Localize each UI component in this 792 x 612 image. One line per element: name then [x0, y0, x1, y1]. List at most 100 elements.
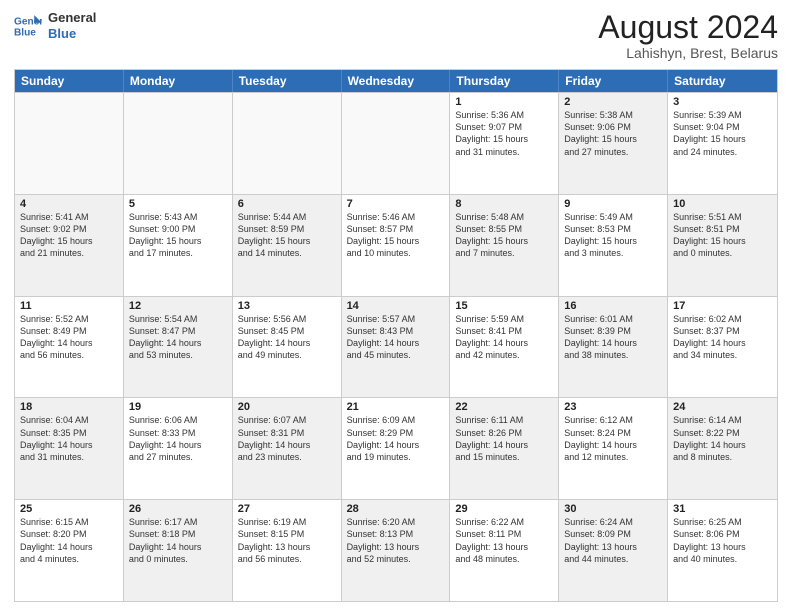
- cal-cell-2: 2Sunrise: 5:38 AMSunset: 9:06 PMDaylight…: [559, 93, 668, 194]
- day-number: 27: [238, 503, 336, 515]
- page: General Blue General Blue August 2024 La…: [0, 0, 792, 612]
- svg-text:Blue: Blue: [14, 27, 36, 38]
- cal-cell-empty-0-1: [124, 93, 233, 194]
- day-header-wednesday: Wednesday: [342, 70, 451, 92]
- day-number: 20: [238, 401, 336, 413]
- cell-details: Sunrise: 6:11 AMSunset: 8:26 PMDaylight:…: [455, 414, 553, 463]
- calendar-row-0: 1Sunrise: 5:36 AMSunset: 9:07 PMDaylight…: [15, 92, 777, 194]
- logo-text-line1: General: [48, 10, 96, 26]
- cell-details: Sunrise: 5:52 AMSunset: 8:49 PMDaylight:…: [20, 313, 118, 362]
- cell-details: Sunrise: 6:25 AMSunset: 8:06 PMDaylight:…: [673, 516, 772, 565]
- cal-cell-30: 30Sunrise: 6:24 AMSunset: 8:09 PMDayligh…: [559, 500, 668, 601]
- cal-cell-7: 7Sunrise: 5:46 AMSunset: 8:57 PMDaylight…: [342, 195, 451, 296]
- cell-details: Sunrise: 5:36 AMSunset: 9:07 PMDaylight:…: [455, 109, 553, 158]
- cell-details: Sunrise: 6:07 AMSunset: 8:31 PMDaylight:…: [238, 414, 336, 463]
- cell-details: Sunrise: 5:57 AMSunset: 8:43 PMDaylight:…: [347, 313, 445, 362]
- day-number: 31: [673, 503, 772, 515]
- calendar-row-4: 25Sunrise: 6:15 AMSunset: 8:20 PMDayligh…: [15, 499, 777, 601]
- cell-details: Sunrise: 5:56 AMSunset: 8:45 PMDaylight:…: [238, 313, 336, 362]
- cal-cell-23: 23Sunrise: 6:12 AMSunset: 8:24 PMDayligh…: [559, 398, 668, 499]
- day-number: 3: [673, 96, 772, 108]
- calendar-row-2: 11Sunrise: 5:52 AMSunset: 8:49 PMDayligh…: [15, 296, 777, 398]
- cell-details: Sunrise: 5:43 AMSunset: 9:00 PMDaylight:…: [129, 211, 227, 260]
- day-header-friday: Friday: [559, 70, 668, 92]
- day-number: 2: [564, 96, 662, 108]
- day-number: 1: [455, 96, 553, 108]
- cell-details: Sunrise: 6:14 AMSunset: 8:22 PMDaylight:…: [673, 414, 772, 463]
- cal-cell-3: 3Sunrise: 5:39 AMSunset: 9:04 PMDaylight…: [668, 93, 777, 194]
- day-number: 18: [20, 401, 118, 413]
- cal-cell-9: 9Sunrise: 5:49 AMSunset: 8:53 PMDaylight…: [559, 195, 668, 296]
- cal-cell-21: 21Sunrise: 6:09 AMSunset: 8:29 PMDayligh…: [342, 398, 451, 499]
- cell-details: Sunrise: 5:48 AMSunset: 8:55 PMDaylight:…: [455, 211, 553, 260]
- day-header-thursday: Thursday: [450, 70, 559, 92]
- cal-cell-8: 8Sunrise: 5:48 AMSunset: 8:55 PMDaylight…: [450, 195, 559, 296]
- day-number: 26: [129, 503, 227, 515]
- logo-icon: General Blue: [14, 12, 42, 40]
- cal-cell-empty-0-0: [15, 93, 124, 194]
- cell-details: Sunrise: 5:44 AMSunset: 8:59 PMDaylight:…: [238, 211, 336, 260]
- cal-cell-17: 17Sunrise: 6:02 AMSunset: 8:37 PMDayligh…: [668, 297, 777, 398]
- cal-cell-4: 4Sunrise: 5:41 AMSunset: 9:02 PMDaylight…: [15, 195, 124, 296]
- cal-cell-29: 29Sunrise: 6:22 AMSunset: 8:11 PMDayligh…: [450, 500, 559, 601]
- cell-details: Sunrise: 6:22 AMSunset: 8:11 PMDaylight:…: [455, 516, 553, 565]
- day-header-sunday: Sunday: [15, 70, 124, 92]
- cell-details: Sunrise: 6:24 AMSunset: 8:09 PMDaylight:…: [564, 516, 662, 565]
- logo: General Blue General Blue: [14, 10, 96, 41]
- cell-details: Sunrise: 6:17 AMSunset: 8:18 PMDaylight:…: [129, 516, 227, 565]
- cell-details: Sunrise: 5:49 AMSunset: 8:53 PMDaylight:…: [564, 211, 662, 260]
- logo-text-line2: Blue: [48, 26, 96, 42]
- day-number: 25: [20, 503, 118, 515]
- cal-cell-22: 22Sunrise: 6:11 AMSunset: 8:26 PMDayligh…: [450, 398, 559, 499]
- day-number: 19: [129, 401, 227, 413]
- cell-details: Sunrise: 5:46 AMSunset: 8:57 PMDaylight:…: [347, 211, 445, 260]
- cell-details: Sunrise: 6:02 AMSunset: 8:37 PMDaylight:…: [673, 313, 772, 362]
- day-number: 10: [673, 198, 772, 210]
- calendar-row-1: 4Sunrise: 5:41 AMSunset: 9:02 PMDaylight…: [15, 194, 777, 296]
- cal-cell-14: 14Sunrise: 5:57 AMSunset: 8:43 PMDayligh…: [342, 297, 451, 398]
- cal-cell-5: 5Sunrise: 5:43 AMSunset: 9:00 PMDaylight…: [124, 195, 233, 296]
- cal-cell-18: 18Sunrise: 6:04 AMSunset: 8:35 PMDayligh…: [15, 398, 124, 499]
- cell-details: Sunrise: 5:38 AMSunset: 9:06 PMDaylight:…: [564, 109, 662, 158]
- header: General Blue General Blue August 2024 La…: [14, 10, 778, 61]
- cell-details: Sunrise: 6:19 AMSunset: 8:15 PMDaylight:…: [238, 516, 336, 565]
- day-number: 30: [564, 503, 662, 515]
- day-number: 6: [238, 198, 336, 210]
- cell-details: Sunrise: 5:39 AMSunset: 9:04 PMDaylight:…: [673, 109, 772, 158]
- day-header-tuesday: Tuesday: [233, 70, 342, 92]
- cal-cell-15: 15Sunrise: 5:59 AMSunset: 8:41 PMDayligh…: [450, 297, 559, 398]
- cal-cell-10: 10Sunrise: 5:51 AMSunset: 8:51 PMDayligh…: [668, 195, 777, 296]
- cal-cell-31: 31Sunrise: 6:25 AMSunset: 8:06 PMDayligh…: [668, 500, 777, 601]
- cell-details: Sunrise: 5:41 AMSunset: 9:02 PMDaylight:…: [20, 211, 118, 260]
- day-number: 5: [129, 198, 227, 210]
- calendar-body: 1Sunrise: 5:36 AMSunset: 9:07 PMDaylight…: [15, 92, 777, 601]
- cell-details: Sunrise: 6:12 AMSunset: 8:24 PMDaylight:…: [564, 414, 662, 463]
- day-number: 7: [347, 198, 445, 210]
- page-title: August 2024: [598, 10, 778, 45]
- cell-details: Sunrise: 6:20 AMSunset: 8:13 PMDaylight:…: [347, 516, 445, 565]
- calendar: SundayMondayTuesdayWednesdayThursdayFrid…: [14, 69, 778, 602]
- cal-cell-empty-0-2: [233, 93, 342, 194]
- cal-cell-20: 20Sunrise: 6:07 AMSunset: 8:31 PMDayligh…: [233, 398, 342, 499]
- cell-details: Sunrise: 6:06 AMSunset: 8:33 PMDaylight:…: [129, 414, 227, 463]
- calendar-row-3: 18Sunrise: 6:04 AMSunset: 8:35 PMDayligh…: [15, 397, 777, 499]
- day-number: 4: [20, 198, 118, 210]
- cal-cell-6: 6Sunrise: 5:44 AMSunset: 8:59 PMDaylight…: [233, 195, 342, 296]
- day-number: 16: [564, 300, 662, 312]
- cal-cell-25: 25Sunrise: 6:15 AMSunset: 8:20 PMDayligh…: [15, 500, 124, 601]
- day-number: 12: [129, 300, 227, 312]
- cell-details: Sunrise: 5:51 AMSunset: 8:51 PMDaylight:…: [673, 211, 772, 260]
- cal-cell-19: 19Sunrise: 6:06 AMSunset: 8:33 PMDayligh…: [124, 398, 233, 499]
- day-number: 24: [673, 401, 772, 413]
- calendar-header: SundayMondayTuesdayWednesdayThursdayFrid…: [15, 70, 777, 92]
- cell-details: Sunrise: 5:54 AMSunset: 8:47 PMDaylight:…: [129, 313, 227, 362]
- subtitle: Lahishyn, Brest, Belarus: [598, 45, 778, 61]
- cal-cell-28: 28Sunrise: 6:20 AMSunset: 8:13 PMDayligh…: [342, 500, 451, 601]
- day-header-saturday: Saturday: [668, 70, 777, 92]
- cal-cell-12: 12Sunrise: 5:54 AMSunset: 8:47 PMDayligh…: [124, 297, 233, 398]
- day-number: 22: [455, 401, 553, 413]
- cell-details: Sunrise: 5:59 AMSunset: 8:41 PMDaylight:…: [455, 313, 553, 362]
- day-number: 11: [20, 300, 118, 312]
- day-number: 23: [564, 401, 662, 413]
- cal-cell-empty-0-3: [342, 93, 451, 194]
